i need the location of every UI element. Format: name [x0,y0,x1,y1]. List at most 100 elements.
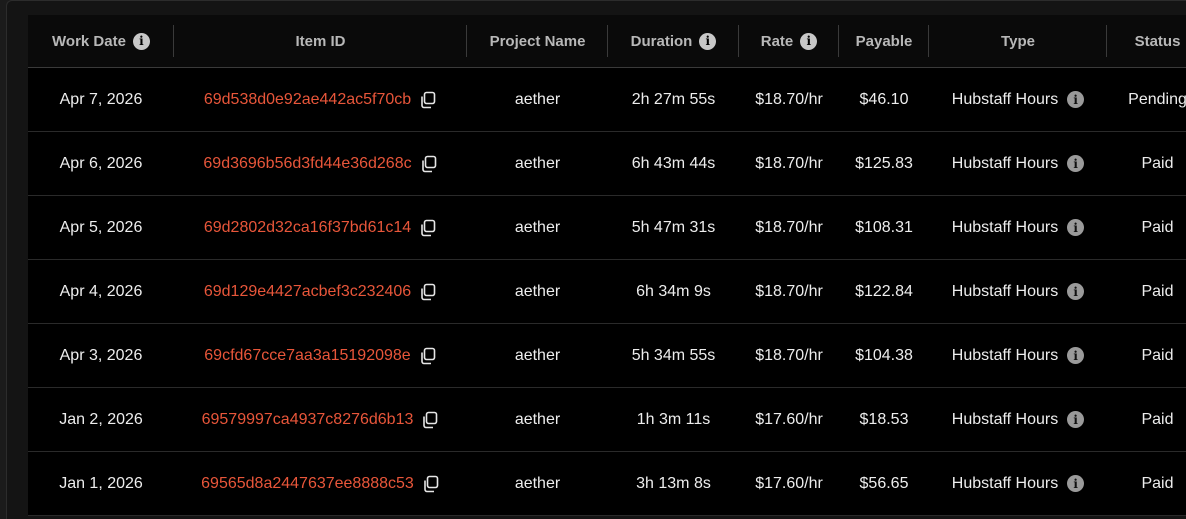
payable-cell: $18.53 [839,388,929,451]
status-cell: Paid [1107,196,1186,259]
work-date-cell: Apr 5, 2026 [28,196,174,259]
duration: 3h 13m 8s [636,474,711,492]
column-header-label: Work Date [52,32,126,50]
info-icon[interactable]: i [1067,347,1085,364]
info-icon[interactable]: i [1067,155,1085,172]
type-cell: Hubstaff Hours i [929,452,1107,515]
item-id-link[interactable]: 69565d8a2447637ee8888c53 [201,475,414,493]
item-id-link[interactable]: 69cfd67cce7aa3a15192098e [204,347,410,365]
info-icon[interactable]: i [1067,219,1085,236]
info-icon[interactable]: i [132,32,150,50]
project-name-cell: aether [467,68,608,131]
item-id-cell: 69cfd67cce7aa3a15192098e [174,324,467,387]
rate-cell: $18.70/hr [739,324,839,387]
work-date-cell: Apr 4, 2026 [28,260,174,323]
project-name: aether [514,410,561,428]
item-id-cell: 69d129e4427acbef3c232406 [174,260,467,323]
column-header-type[interactable]: Type [929,15,1107,67]
copy-icon[interactable] [421,411,439,429]
copy-icon[interactable] [422,475,440,493]
payable: $108.31 [855,218,913,236]
type-label: Hubstaff Hours [951,282,1059,300]
duration: 1h 3m 11s [636,410,711,428]
type-label: Hubstaff Hours [951,346,1059,364]
rate: $18.70/hr [755,346,823,364]
status-cell: Paid [1107,388,1186,451]
project-name-cell: aether [467,452,608,515]
info-icon[interactable]: i [1067,283,1085,300]
column-header-payable[interactable]: Payable [839,15,929,67]
rate: $18.70/hr [755,218,823,236]
rate-cell: $18.70/hr [739,196,839,259]
work-date: Apr 6, 2026 [59,154,143,172]
duration-cell: 2h 27m 55s [608,68,739,131]
info-icon[interactable]: i [699,32,717,50]
payable-cell: $108.31 [839,196,929,259]
payable-cell: $56.65 [839,452,929,515]
copy-icon[interactable] [419,283,437,301]
project-name: aether [514,154,561,172]
rate: $18.70/hr [755,90,823,108]
work-date-cell: Apr 3, 2026 [28,324,174,387]
status-text: Paid [1141,410,1174,428]
duration: 6h 34m 9s [636,282,711,300]
item-id-link[interactable]: 69579997ca4937c8276d6b13 [202,411,414,429]
type-cell: Hubstaff Hours i [929,260,1107,323]
panel-frame: Work Date i Item ID Project Name Duratio… [6,0,1186,519]
duration: 6h 43m 44s [631,154,716,172]
status-cell: Pending [1107,68,1186,131]
status-cell: Paid [1107,260,1186,323]
info-icon[interactable]: i [800,32,818,50]
item-id-link[interactable]: 69d538d0e92ae442ac5f70cb [204,91,411,109]
table-header: Work Date i Item ID Project Name Duratio… [28,15,1186,68]
duration-cell: 6h 43m 44s [608,132,739,195]
copy-icon[interactable] [419,347,437,365]
project-name: aether [514,474,561,492]
status-text: Paid [1141,154,1174,172]
info-icon[interactable]: i [1067,91,1085,108]
info-icon[interactable]: i [1067,475,1085,492]
rate-cell: $17.60/hr [739,388,839,451]
item-id-cell: 69d3696b56d3fd44e36d268c [174,132,467,195]
column-header-status[interactable]: Status [1107,15,1186,67]
copy-icon[interactable] [419,91,437,109]
project-name: aether [514,90,561,108]
type-label: Hubstaff Hours [951,474,1059,492]
column-header-item-id[interactable]: Item ID [174,15,467,67]
column-header-label: Item ID [295,32,346,50]
table-row: Apr 4, 2026 69d129e4427acbef3c232406 aet… [28,260,1186,324]
work-date: Apr 7, 2026 [59,90,143,108]
project-name: aether [514,282,561,300]
status-cell: Paid [1107,452,1186,515]
column-header-rate[interactable]: Rate i [739,15,839,67]
status-text: Paid [1141,346,1174,364]
item-id-cell: 69d2802d32ca16f37bd61c14 [174,196,467,259]
info-icon[interactable]: i [1067,411,1085,428]
type-label: Hubstaff Hours [951,154,1059,172]
work-date: Apr 5, 2026 [59,218,143,236]
column-header-label: Project Name [489,32,586,50]
payable-cell: $104.38 [839,324,929,387]
item-id-link[interactable]: 69d3696b56d3fd44e36d268c [203,155,411,173]
type-label: Hubstaff Hours [951,90,1059,108]
table-row: Apr 3, 2026 69cfd67cce7aa3a15192098e aet… [28,324,1186,388]
project-name-cell: aether [467,196,608,259]
copy-icon[interactable] [420,155,438,173]
rate-cell: $18.70/hr [739,132,839,195]
column-header-project-name[interactable]: Project Name [467,15,608,67]
work-date: Jan 1, 2026 [59,474,143,492]
column-header-duration[interactable]: Duration i [608,15,739,67]
type-cell: Hubstaff Hours i [929,68,1107,131]
copy-icon[interactable] [419,219,437,237]
column-header-work-date[interactable]: Work Date i [28,15,174,67]
type-cell: Hubstaff Hours i [929,132,1107,195]
project-name-cell: aether [467,388,608,451]
item-id-link[interactable]: 69d2802d32ca16f37bd61c14 [204,219,411,237]
project-name: aether [514,346,561,364]
duration-cell: 3h 13m 8s [608,452,739,515]
rate: $18.70/hr [755,154,823,172]
item-id-link[interactable]: 69d129e4427acbef3c232406 [204,283,411,301]
payable: $56.65 [859,474,909,492]
payable-cell: $125.83 [839,132,929,195]
type-cell: Hubstaff Hours i [929,324,1107,387]
